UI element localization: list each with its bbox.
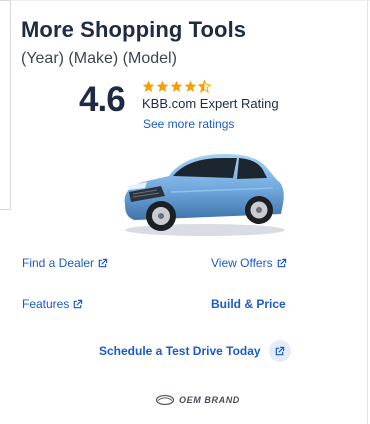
brand-swoosh-icon — [155, 394, 175, 406]
rating-score: 4.6 — [79, 80, 126, 119]
external-link-icon — [74, 299, 83, 308]
external-link-icon — [268, 340, 291, 362]
vehicle-subtitle: (Year) (Make) (Model) — [21, 50, 177, 67]
external-link-icon — [277, 258, 286, 267]
features-label: Features — [22, 297, 70, 311]
external-link-icon — [98, 258, 108, 267]
half-star-icon — [198, 80, 211, 93]
star-icon — [142, 80, 155, 93]
adjacent-panel-edge — [0, 0, 11, 210]
build-price-link[interactable]: Build & Price — [211, 297, 286, 311]
rating-label: KBB.com Expert Rating — [142, 96, 279, 111]
brand-name: OEM BRAND — [179, 395, 240, 405]
top-divider — [0, 0, 370, 1]
view-offers-link[interactable]: View Offers — [211, 256, 287, 270]
star-icon — [170, 80, 183, 93]
oem-brand-logo: OEM BRAND — [155, 394, 240, 406]
view-offers-label: View Offers — [211, 256, 273, 270]
card-title: More Shopping Tools — [21, 17, 247, 42]
star-rating — [142, 80, 211, 94]
build-price-label: Build & Price — [211, 297, 286, 311]
schedule-test-drive-link[interactable]: Schedule a Test Drive Today — [99, 340, 291, 362]
car-image — [124, 154, 285, 236]
schedule-test-drive-label: Schedule a Test Drive Today — [99, 344, 261, 358]
right-divider — [367, 0, 368, 424]
see-more-ratings-link[interactable]: See more ratings — [143, 117, 234, 131]
features-link[interactable]: Features — [22, 297, 83, 311]
star-icon — [184, 80, 197, 93]
find-dealer-link[interactable]: Find a Dealer — [22, 256, 108, 270]
star-icon — [156, 80, 169, 93]
find-dealer-label: Find a Dealer — [22, 256, 95, 270]
